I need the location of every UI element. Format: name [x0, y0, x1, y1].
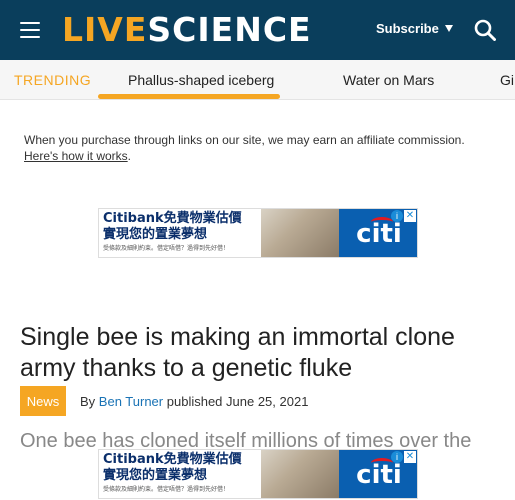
trending-label: TRENDING	[14, 72, 92, 88]
ad-headline-1: Citibank免費物業估價	[103, 211, 242, 226]
logo-live-text: LIVE	[62, 10, 148, 49]
subscribe-button[interactable]: Subscribe	[376, 21, 453, 36]
ad-photo	[261, 450, 339, 498]
search-icon[interactable]	[474, 19, 496, 41]
ad-fine-print: 受條款及細則約束。借定唔借？過得到先好借！	[103, 487, 230, 493]
category-badge[interactable]: News	[20, 386, 66, 416]
ad-info-icon[interactable]: i	[391, 210, 403, 222]
banner-ad-bottom[interactable]: Citibank免費物業估價 實現您的置業夢想 受條款及細則約束。借定唔借？過得…	[98, 449, 418, 499]
subscribe-label: Subscribe	[376, 21, 439, 36]
byline-by: By	[80, 394, 96, 409]
citi-arc-icon	[371, 217, 393, 227]
affiliate-link-suffix: .	[127, 149, 131, 163]
affiliate-disclaimer: When you purchase through links on our s…	[24, 132, 494, 164]
ad-fine-print: 受條款及細則約束。借定唔借？過得到先好借！	[103, 246, 230, 252]
article-byline: By Ben Turner published June 25, 2021	[80, 394, 308, 409]
ad-headline-2: 實現您的置業夢想	[103, 227, 208, 242]
hamburger-menu-icon[interactable]	[20, 22, 40, 38]
ad-close-icon[interactable]: ✕	[404, 210, 416, 222]
ad-copy: Citibank免費物業估價 實現您的置業夢想 受條款及細則約束。借定唔借？過得…	[103, 452, 253, 494]
site-header: LIVE SCIENCE Subscribe	[0, 0, 515, 60]
affiliate-link[interactable]: Here's how it works	[24, 149, 128, 163]
site-logo[interactable]: LIVE SCIENCE	[62, 12, 312, 48]
caret-down-icon	[444, 25, 453, 32]
affiliate-text: When you purchase through links on our s…	[24, 133, 465, 147]
trending-item-truncated[interactable]: Gi	[500, 72, 514, 88]
logo-science-text: SCIENCE	[147, 10, 312, 49]
author-link[interactable]: Ben Turner	[99, 394, 163, 409]
publish-date: published June 25, 2021	[166, 394, 309, 409]
ad-photo	[261, 209, 339, 257]
ad-headline-1: Citibank免費物業估價	[103, 452, 242, 467]
ad-info-icon[interactable]: i	[391, 451, 403, 463]
trending-item-iceberg[interactable]: Phallus-shaped iceberg	[128, 72, 274, 88]
article-headline: Single bee is making an immortal clone a…	[20, 323, 455, 382]
trending-item-water-mars[interactable]: Water on Mars	[343, 72, 434, 88]
banner-ad-top[interactable]: Citibank免費物業估價 實現您的置業夢想 受條款及細則約束。借定唔借？過得…	[98, 208, 418, 258]
trending-active-indicator	[98, 94, 280, 99]
ad-copy: Citibank免費物業估價 實現您的置業夢想 受條款及細則約束。借定唔借？過得…	[103, 211, 253, 253]
ad-close-icon[interactable]: ✕	[404, 451, 416, 463]
citi-arc-icon	[371, 458, 393, 468]
ad-headline-2: 實現您的置業夢想	[103, 468, 208, 483]
